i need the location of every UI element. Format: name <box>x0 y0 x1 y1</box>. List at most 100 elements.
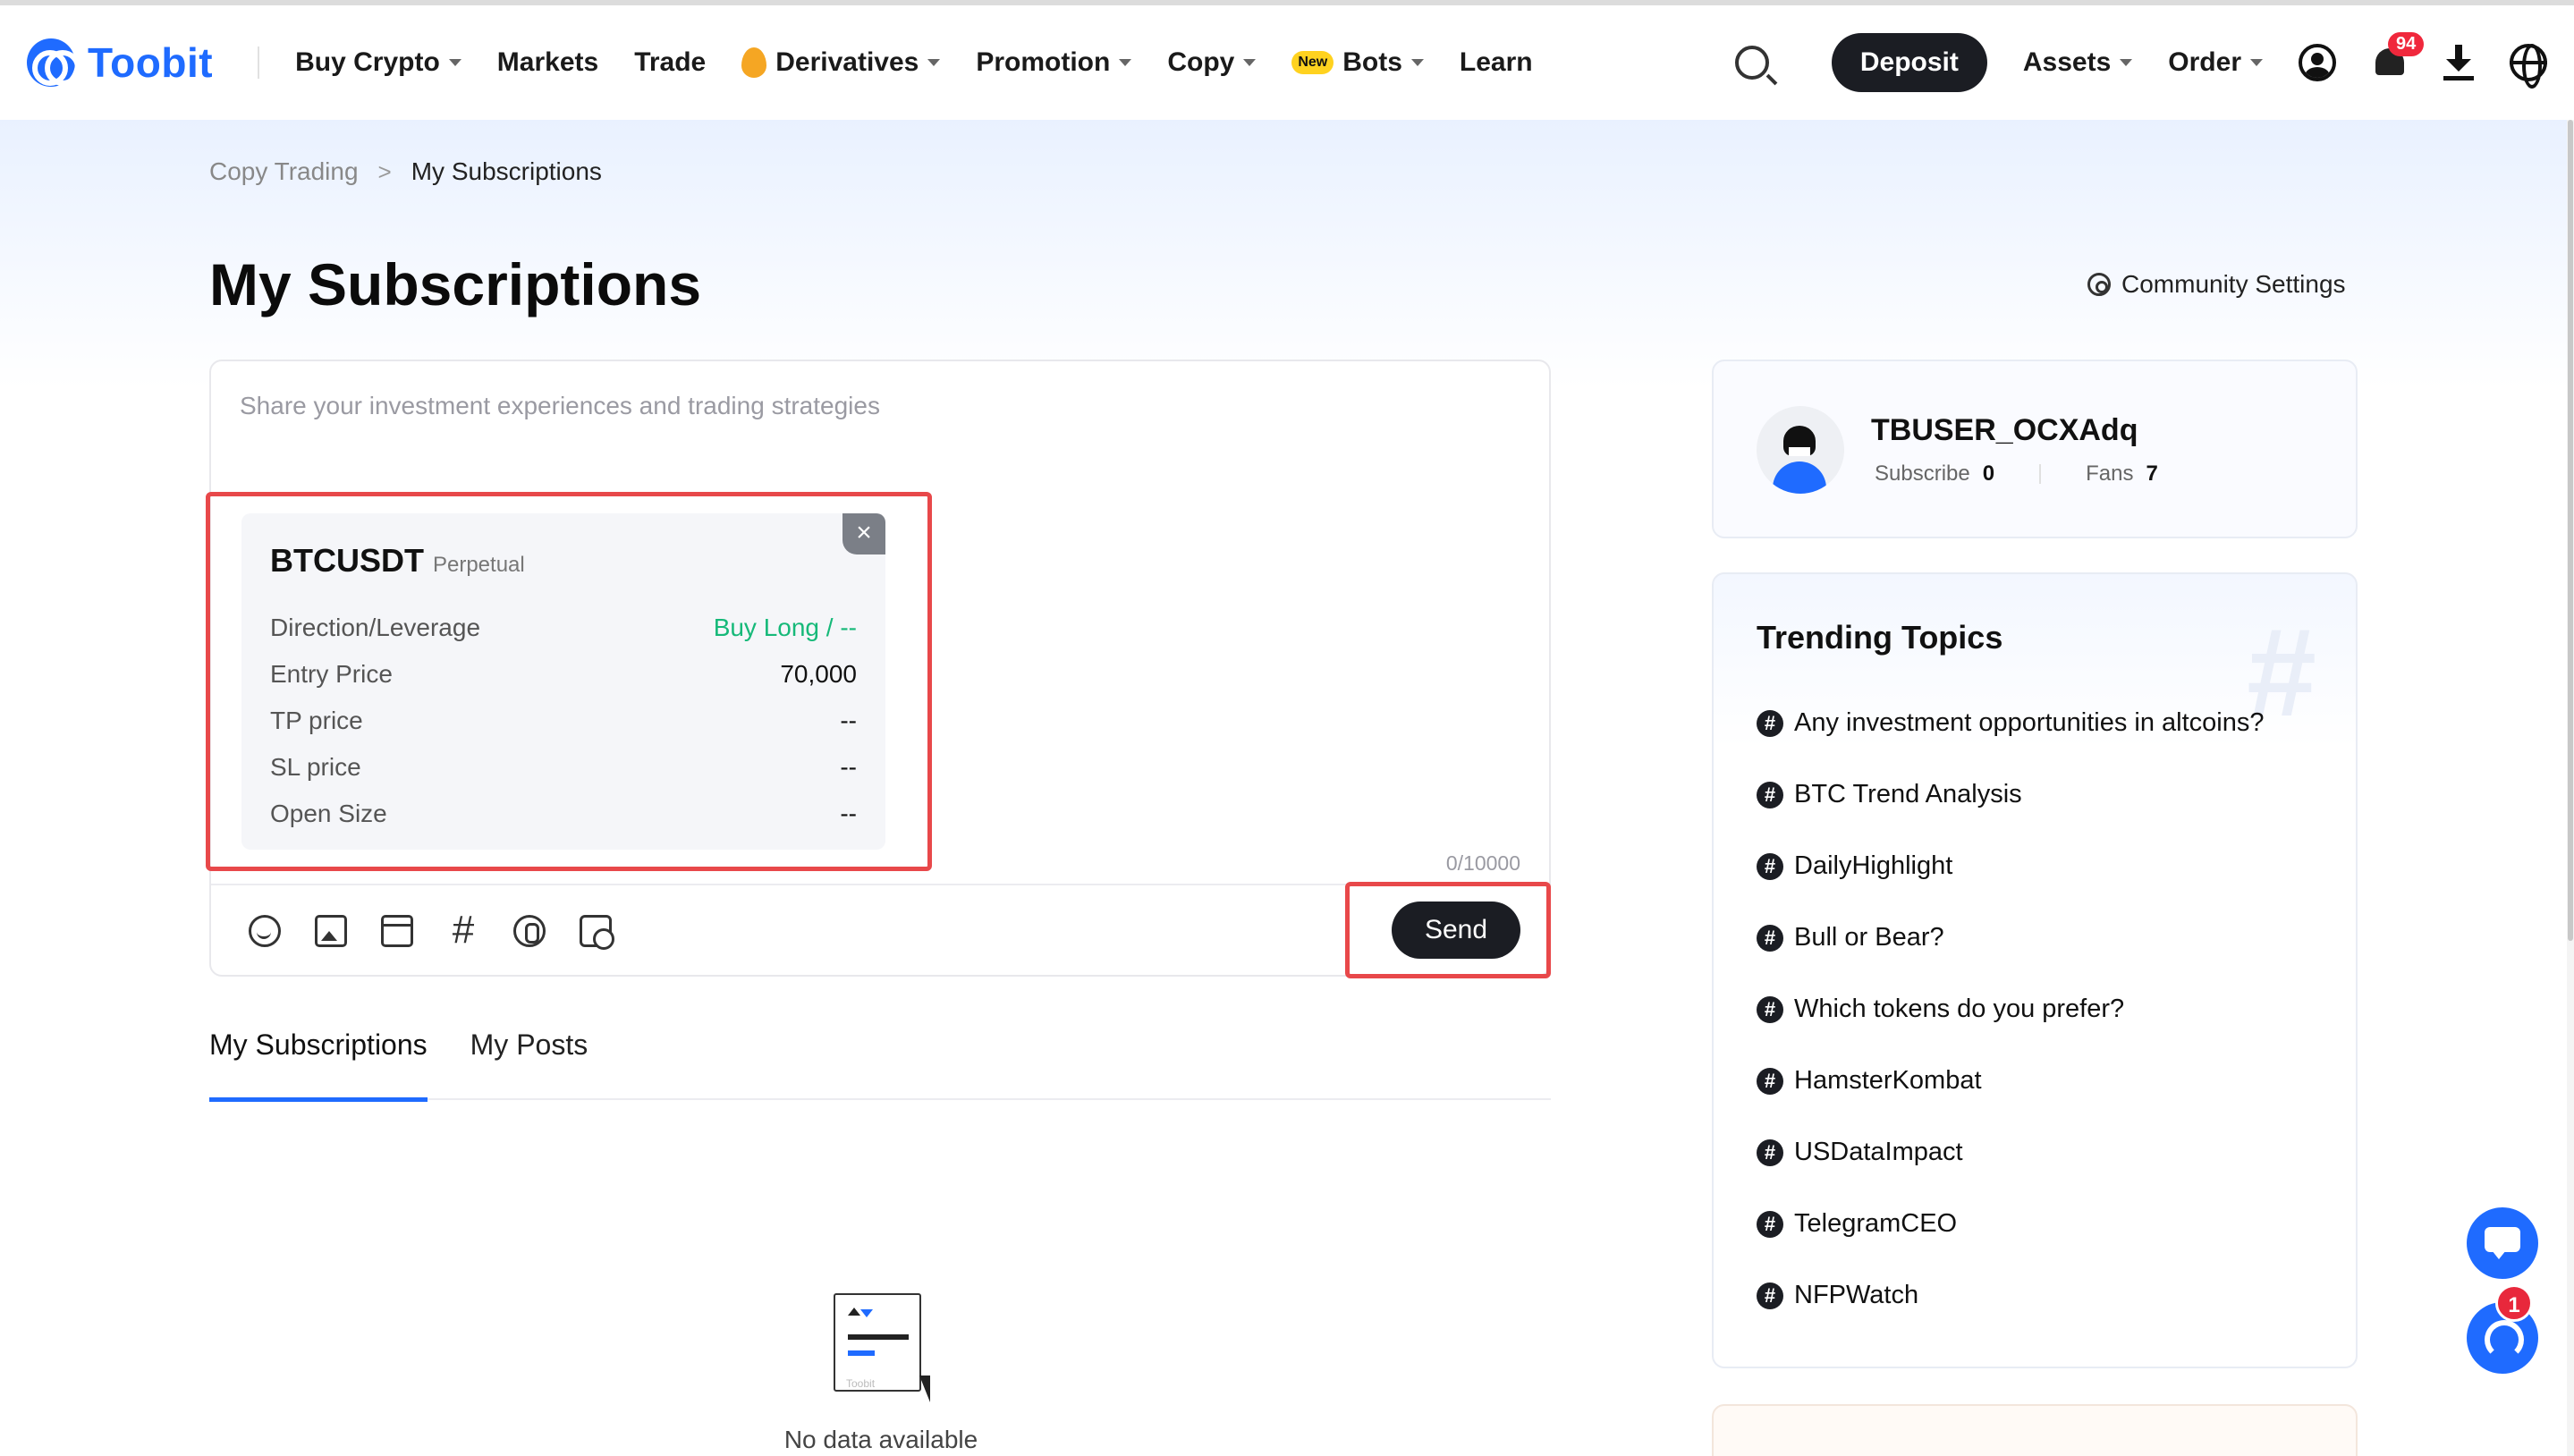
chat-bubble-icon[interactable] <box>2467 1207 2538 1279</box>
settings-gear-icon <box>2087 273 2111 296</box>
caret-down-icon <box>927 59 941 66</box>
empty-mini-logo: Toobit <box>846 1377 876 1390</box>
logo[interactable]: Toobit <box>27 38 213 87</box>
search-icon[interactable] <box>1734 46 1769 80</box>
nav-item-label: Trade <box>634 47 707 77</box>
community-settings-label: Community Settings <box>2121 270 2346 298</box>
nav-item-promotion[interactable]: Promotion <box>976 47 1132 78</box>
nav-item-bots[interactable]: New Bots <box>1291 47 1424 78</box>
hashtag-icon: # <box>1757 781 1783 808</box>
notification-bell-icon[interactable]: 94 <box>2372 32 2425 82</box>
topic-item[interactable]: # Bull or Bear? <box>1757 923 1944 952</box>
nav-item-derivatives[interactable]: Derivatives <box>741 47 941 78</box>
avatar-body <box>1773 461 1826 494</box>
subscribe-count: 0 <box>1982 461 1995 486</box>
language-globe-icon[interactable] <box>2510 44 2547 89</box>
topic-item[interactable]: # NFPWatch <box>1757 1281 1918 1310</box>
topic-item[interactable]: # Which tokens do you prefer? <box>1757 995 2124 1024</box>
nav-item-order[interactable]: Order <box>2168 47 2263 78</box>
new-badge: New <box>1291 51 1334 74</box>
nav-item-copy[interactable]: Copy <box>1167 47 1257 78</box>
caret-down-icon <box>2120 59 2133 66</box>
top-nav: Toobit Buy Crypto Markets Trade Derivati… <box>0 5 2574 120</box>
subscribe-label: Subscribe <box>1875 461 1970 486</box>
caret-down-icon <box>1119 59 1132 66</box>
hashtag-icon: # <box>1757 709 1783 737</box>
empty-fold <box>919 1376 930 1402</box>
nav-item-trade[interactable]: Trade <box>634 47 706 78</box>
image-icon[interactable] <box>315 915 347 947</box>
hashtag-icon[interactable]: # <box>447 910 479 950</box>
toobit-logo-icon <box>27 38 80 87</box>
page-title: My Subscriptions <box>209 251 702 317</box>
tab-my-posts[interactable]: My Posts <box>470 1025 588 1100</box>
logo-text: Toobit <box>88 39 214 86</box>
caret-down-icon <box>2250 59 2263 66</box>
coin-icon[interactable] <box>513 915 546 947</box>
topic-item[interactable]: # BTC Trend Analysis <box>1757 780 2022 809</box>
hashtag-icon: # <box>1757 1210 1783 1238</box>
topic-label: Which tokens do you prefer? <box>1794 995 2125 1023</box>
deposit-button[interactable]: Deposit <box>1831 33 1987 92</box>
nav-menu: Buy Crypto Markets Trade Derivatives Pro… <box>295 47 1533 78</box>
trending-topics-card: # Trending Topics # Any investment oppor… <box>1712 572 2358 1368</box>
profile-card: TBUSER_OCXAdq Subscribe 0 Fans 7 <box>1712 360 2358 538</box>
nav-item-label: Learn <box>1459 47 1533 77</box>
download-bar <box>2443 76 2474 80</box>
nav-item-label: Markets <box>496 47 599 77</box>
user-account-icon[interactable] <box>2299 44 2336 81</box>
hashtag-icon: # <box>1757 852 1783 880</box>
breadcrumb: Copy Trading > My Subscriptions <box>209 157 602 186</box>
emoji-icon[interactable] <box>249 915 281 947</box>
nav-item-buy-crypto[interactable]: Buy Crypto <box>295 47 461 78</box>
breadcrumb-current: My Subscriptions <box>411 157 602 185</box>
nav-right: Deposit Assets Order 94 <box>1734 32 2547 92</box>
video-icon[interactable] <box>381 915 413 947</box>
caret-down-icon <box>1243 59 1257 66</box>
hashtag-icon: # <box>1757 1139 1783 1166</box>
schedule-icon[interactable] <box>580 915 614 950</box>
empty-tri-down <box>860 1309 873 1317</box>
caret-down-icon <box>448 59 461 66</box>
nav-divider <box>258 47 260 79</box>
nav-item-learn[interactable]: Learn <box>1460 47 1533 78</box>
hashtag-icon: # <box>1757 1067 1783 1095</box>
topic-label: BTC Trend Analysis <box>1794 780 2022 808</box>
scrollbar-thumb[interactable] <box>2568 120 2573 941</box>
highlight-box-send <box>1345 882 1551 978</box>
nav-item-label: Assets <box>2022 47 2112 77</box>
nav-item-markets[interactable]: Markets <box>497 47 598 78</box>
notification-badge: 94 <box>2388 32 2425 56</box>
topic-label: Any investment opportunities in altcoins… <box>1794 708 2265 737</box>
profile-stats: Subscribe 0 Fans 7 <box>1875 461 2158 487</box>
nav-item-assets[interactable]: Assets <box>2022 47 2133 78</box>
breadcrumb-copy-trading[interactable]: Copy Trading <box>209 157 359 186</box>
trending-title: Trending Topics <box>1757 619 2003 656</box>
nav-item-label: Derivatives <box>775 47 919 77</box>
community-settings-link[interactable]: Community Settings <box>2087 270 2346 299</box>
topic-item[interactable]: # HamsterKombat <box>1757 1066 1982 1096</box>
topic-item[interactable]: # Any investment opportunities in altcoi… <box>1757 708 2265 738</box>
topic-item[interactable]: # TelegramCEO <box>1757 1209 1957 1239</box>
topic-item[interactable]: # USDataImpact <box>1757 1138 1963 1167</box>
avatar-band <box>1789 447 1810 456</box>
nav-item-label: Bots <box>1342 47 1402 77</box>
topic-label: USDataImpact <box>1794 1138 1963 1166</box>
empty-line-blue <box>848 1350 875 1356</box>
empty-tri-up <box>848 1308 860 1316</box>
avatar[interactable] <box>1757 406 1844 494</box>
topic-item[interactable]: # DailyHighlight <box>1757 851 1952 881</box>
post-input[interactable]: Share your investment experiences and tr… <box>240 392 880 420</box>
hashtag-icon: # <box>1757 1282 1783 1309</box>
username[interactable]: TBUSER_OCXAdq <box>1871 413 2138 448</box>
topic-label: Bull or Bear? <box>1794 923 1944 952</box>
character-counter: 0/10000 <box>1445 851 1520 875</box>
flame-icon <box>741 47 767 78</box>
nav-item-label: Order <box>2168 47 2241 77</box>
tab-my-subscriptions[interactable]: My Subscriptions <box>209 1025 428 1102</box>
nav-item-label: Promotion <box>976 47 1111 77</box>
empty-state-illustration-icon: Toobit <box>834 1293 930 1402</box>
fans-count: 7 <box>2146 461 2158 486</box>
support-badge: 1 <box>2495 1284 2533 1322</box>
download-icon[interactable] <box>2443 45 2474 80</box>
